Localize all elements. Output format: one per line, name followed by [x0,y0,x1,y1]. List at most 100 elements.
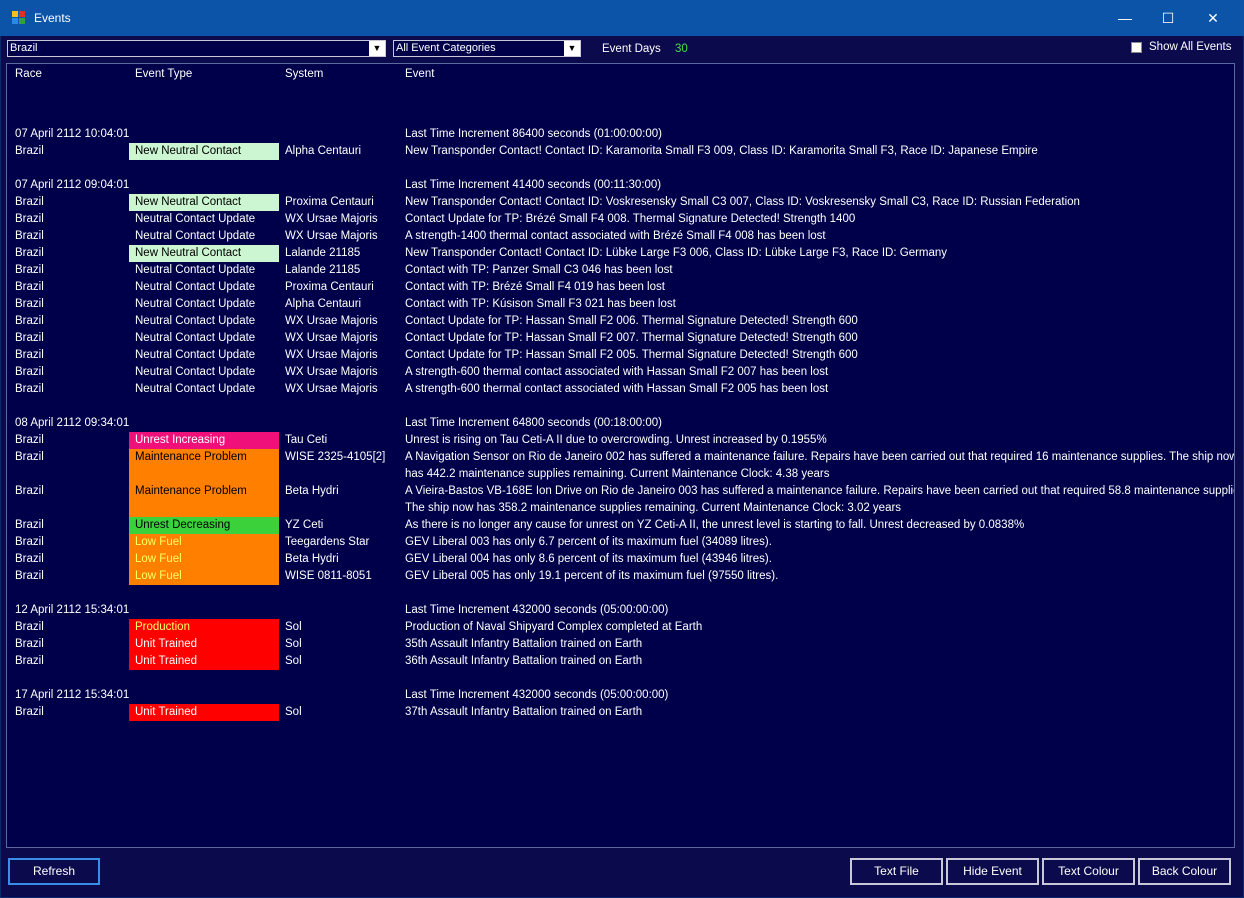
event-race: Brazil [15,349,44,361]
event-row[interactable]: Brazil Neutral Contact Update Alpha Centau… [7,296,1234,313]
race-select-value: Brazil [10,42,38,54]
event-row[interactable]: Brazil Low Fuel WISE 0811-8051 GEV Liberal … [7,568,1234,585]
event-row[interactable]: Brazil Neutral Contact Update Proxima Cent… [7,279,1234,296]
event-row[interactable]: Brazil New Neutral Contact Lalande 21185 Ne… [7,245,1234,262]
minimize-icon[interactable]: — [1102,0,1148,36]
event-type-label: Neutral Contact Update [135,264,256,276]
event-row[interactable]: Brazil Neutral Contact Update WX Ursae Maj… [7,364,1234,381]
event-text: GEV Liberal 003 has only 6.7 percent of … [405,536,772,548]
time-increment-text: Last Time Increment 432000 seconds (05:0… [405,604,669,616]
event-type-badge: Unit Trained [129,636,279,653]
text-colour-button[interactable]: Text Colour [1042,858,1135,885]
event-row[interactable]: Brazil New Neutral Contact Proxima Centaur… [7,194,1234,211]
event-type-label: Unrest Increasing [135,434,226,446]
event-row[interactable]: Brazil Neutral Contact Update Lalande 2118… [7,262,1234,279]
event-text: 35th Assault Infantry Battalion trained … [405,638,643,650]
date-header-row[interactable]: 17 April 2112 15:34:01 Last Time Incremen… [7,687,1234,704]
event-system: Sol [285,638,302,650]
event-race: Brazil [15,264,44,276]
event-type-label: New Neutral Contact [135,196,242,208]
event-text: As there is no longer any cause for unre… [405,519,1025,531]
event-type-badge: New Neutral Contact [129,194,279,211]
refresh-button[interactable]: Refresh [8,858,100,885]
event-row[interactable]: Brazil Maintenance Problem WISE 2325-4105[… [7,449,1234,483]
maximize-icon[interactable]: ☐ [1145,0,1191,36]
back-colour-button[interactable]: Back Colour [1138,858,1231,885]
column-header-race[interactable]: Race [15,68,42,80]
category-select[interactable]: All Event Categories ▼ [393,40,581,57]
event-type-badge: Unit Trained [129,704,279,721]
event-row[interactable]: Brazil Unrest Increasing Tau Ceti Unrest is… [7,432,1234,449]
event-text: GEV Liberal 005 has only 19.1 percent of… [405,570,779,582]
event-row[interactable]: Brazil Neutral Contact Update WX Ursae Maj… [7,330,1234,347]
date-header-row[interactable]: 08 April 2112 09:34:01 Last Time Incremen… [7,415,1234,432]
event-type-badge: Neutral Contact Update [129,347,279,364]
event-text: New Transponder Contact! Contact ID: Vos… [405,196,1080,208]
event-row[interactable]: Brazil Unit Trained Sol 37th Assault Infant… [7,704,1234,721]
event-row[interactable]: Brazil Unrest Decreasing YZ Ceti As there i… [7,517,1234,534]
event-row[interactable]: Brazil Unit Trained Sol 35th Assault Infant… [7,636,1234,653]
event-system: Proxima Centauri [285,196,374,208]
event-timestamp: 17 April 2112 15:34:01 [15,689,130,701]
event-race: Brazil [15,451,44,463]
app-icon [12,11,26,25]
chevron-down-icon[interactable]: ▼ [369,41,385,56]
event-text: Contact Update for TP: Brézé Small F4 00… [405,213,856,225]
event-type-label: Low Fuel [135,536,182,548]
event-row[interactable]: Brazil Neutral Contact Update WX Ursae Maj… [7,347,1234,364]
show-all-events-checkbox[interactable] [1131,42,1142,53]
event-system: Sol [285,655,302,667]
event-type-badge: Neutral Contact Update [129,279,279,296]
event-row[interactable]: Brazil Low Fuel Beta Hydri GEV Liberal 004 … [7,551,1234,568]
event-system: WX Ursae Majoris [285,383,378,395]
event-type-badge: New Neutral Contact [129,143,279,160]
event-type-label: Unit Trained [135,638,198,650]
time-increment-text: Last Time Increment 64800 seconds (00:18… [405,417,662,429]
event-text: Contact Update for TP: Hassan Small F2 0… [405,332,858,344]
event-race: Brazil [15,298,44,310]
events-list[interactable]: Race Event Type System Event 07 April 21… [6,63,1235,848]
event-text: A Vieira-Bastos VB-168E Ion Drive on Rio… [405,485,1235,497]
event-race: Brazil [15,434,44,446]
event-row[interactable]: Brazil Maintenance Problem Beta Hydri A Vie… [7,483,1234,517]
event-type-label: Neutral Contact Update [135,383,256,395]
event-system: WISE 2325-4105[2] [285,451,386,463]
event-type-label: Unit Trained [135,706,198,718]
event-type-badge: Neutral Contact Update [129,381,279,398]
event-type-label: Neutral Contact Update [135,349,256,361]
event-row[interactable]: Brazil Production Sol Production of Naval S… [7,619,1234,636]
event-system: YZ Ceti [285,519,324,531]
date-header-row[interactable]: 07 April 2112 10:04:01 Last Time Incremen… [7,126,1234,143]
event-row[interactable]: Brazil Neutral Contact Update WX Ursae Maj… [7,211,1234,228]
race-select[interactable]: Brazil ▼ [7,40,386,57]
event-system: Beta Hydri [285,553,339,565]
event-type-badge: Low Fuel [129,568,279,585]
event-days-label: Event Days [602,43,661,55]
event-type-label: Maintenance Problem [135,485,247,497]
event-race: Brazil [15,145,44,157]
event-type-label: Production [135,621,190,633]
event-race: Brazil [15,553,44,565]
close-icon[interactable]: ✕ [1190,0,1236,36]
event-text-continued: has 442.2 maintenance supplies remaining… [405,468,830,480]
event-row[interactable]: Brazil Unit Trained Sol 36th Assault Infant… [7,653,1234,670]
event-row[interactable]: Brazil Low Fuel Teegardens Star GEV Liberal… [7,534,1234,551]
column-header-system[interactable]: System [285,68,323,80]
date-header-row[interactable]: 12 April 2112 15:34:01 Last Time Incremen… [7,602,1234,619]
event-system: Alpha Centauri [285,145,362,157]
event-type-label: Low Fuel [135,570,182,582]
event-row[interactable]: Brazil New Neutral Contact Alpha Centauri N… [7,143,1234,160]
hide-event-button[interactable]: Hide Event [946,858,1039,885]
event-text: Contact Update for TP: Hassan Small F2 0… [405,349,858,361]
time-increment-text: Last Time Increment 86400 seconds (01:00… [405,128,662,140]
chevron-down-icon[interactable]: ▼ [564,41,580,56]
text-file-button[interactable]: Text File [850,858,943,885]
date-header-row[interactable]: 07 April 2112 09:04:01 Last Time Incremen… [7,177,1234,194]
column-header-event[interactable]: Event [405,68,434,80]
event-row[interactable]: Brazil Neutral Contact Update WX Ursae Maj… [7,313,1234,330]
event-row[interactable]: Brazil Neutral Contact Update WX Ursae Maj… [7,381,1234,398]
column-header-event-type[interactable]: Event Type [135,68,192,80]
event-row[interactable]: Brazil Neutral Contact Update WX Ursae Maj… [7,228,1234,245]
event-days-value[interactable]: 30 [675,43,688,55]
event-text: Contact with TP: Panzer Small C3 046 has… [405,264,673,276]
